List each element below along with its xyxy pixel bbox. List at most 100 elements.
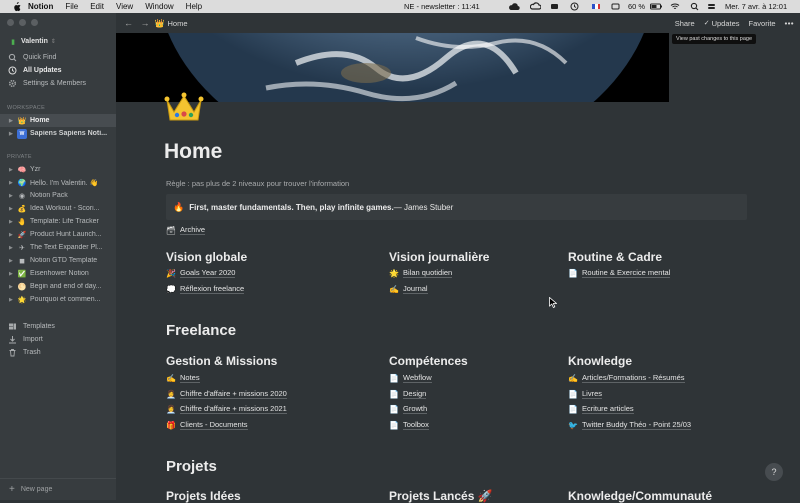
sidebar-item-pourquoi[interactable]: ▶ 🌟 Pourquoi et commen... bbox=[0, 293, 116, 306]
sidebar-item-begin-end-day[interactable]: ▶ 🌕 Begin and end of day... bbox=[0, 280, 116, 293]
search-icon[interactable] bbox=[690, 2, 699, 11]
minimize-window-button[interactable] bbox=[19, 19, 26, 26]
expand-arrow-icon[interactable]: ▶ bbox=[9, 297, 17, 303]
status-text[interactable]: NE - newsletter : 11:41 bbox=[404, 0, 480, 13]
keyboard-icon[interactable] bbox=[550, 2, 559, 11]
private-section-label: PRIVATE bbox=[7, 154, 32, 160]
share-button[interactable]: Share bbox=[675, 19, 695, 28]
archive-link[interactable]: 🗃 Archive bbox=[166, 225, 206, 235]
flag-icon[interactable] bbox=[591, 2, 601, 11]
sidebar-item-settings[interactable]: Settings & Members bbox=[0, 77, 116, 90]
expand-arrow-icon[interactable]: ▶ bbox=[9, 118, 17, 124]
rule-text: Règle : pas plus de 2 niveaux pour trouv… bbox=[166, 179, 350, 188]
expand-arrow-icon[interactable]: ▶ bbox=[9, 271, 17, 277]
link-bilan-quotidien[interactable]: 🌟 Bilan quotidien bbox=[389, 268, 453, 278]
link-ca-2020[interactable]: 👩‍💼 Chiffre d'affaire + missions 2020 bbox=[166, 389, 287, 399]
writing-hand-icon: ✍ bbox=[389, 284, 399, 294]
sidebar-item-gtd-template[interactable]: ▶ ◼ Notion GTD Template bbox=[0, 254, 116, 267]
expand-arrow-icon[interactable]: ▶ bbox=[9, 167, 17, 173]
menu-app-name[interactable]: Notion bbox=[22, 0, 59, 13]
help-button[interactable]: ? bbox=[765, 463, 783, 481]
heading-knowledge-communaute: Knowledge/Communauté bbox=[568, 489, 713, 503]
workspace-name: Valentin bbox=[21, 38, 48, 45]
sidebar-item-templates[interactable]: Templates bbox=[0, 320, 116, 333]
workspace-switcher[interactable]: ▮ Valentin ⇕ bbox=[0, 35, 116, 48]
menu-help[interactable]: Help bbox=[180, 0, 208, 13]
sidebar-item-quick-find[interactable]: Quick Find bbox=[0, 51, 116, 64]
sidebar-item-life-tracker[interactable]: ▶ 🤚 Template: Life Tracker bbox=[0, 215, 116, 228]
creative-cloud-icon[interactable] bbox=[530, 2, 541, 11]
apple-icon[interactable] bbox=[12, 1, 22, 12]
display-icon[interactable] bbox=[611, 2, 620, 11]
battery-icon[interactable] bbox=[650, 2, 663, 11]
sidebar-item-notion-pack[interactable]: ▶ ◉ Notion Pack bbox=[0, 189, 116, 202]
cloud-icon[interactable] bbox=[508, 2, 520, 11]
sidebar-item-all-updates[interactable]: All Updates bbox=[0, 64, 116, 77]
breadcrumb-home[interactable]: Home bbox=[167, 19, 187, 28]
expand-arrow-icon[interactable]: ▶ bbox=[9, 206, 17, 212]
menu-edit[interactable]: Edit bbox=[84, 0, 110, 13]
link-reflexion-freelance[interactable]: 💭 Réflexion freelance bbox=[166, 284, 245, 294]
link-ecriture-articles[interactable]: 📄 Ecriture articles bbox=[568, 404, 634, 414]
menu-window[interactable]: Window bbox=[139, 0, 179, 13]
control-center-icon[interactable] bbox=[707, 2, 716, 11]
menu-file[interactable]: File bbox=[59, 0, 84, 13]
sidebar-item-text-expander[interactable]: ▶ ✈ The Text Expander Pl... bbox=[0, 241, 116, 254]
expand-arrow-icon[interactable]: ▶ bbox=[9, 232, 17, 238]
expand-arrow-icon[interactable]: ▶ bbox=[9, 180, 17, 186]
sidebar-item-yzr[interactable]: ▶ 🧠 Yzr bbox=[0, 163, 116, 176]
crown-icon[interactable] bbox=[164, 90, 204, 124]
wifi-icon[interactable] bbox=[670, 2, 680, 11]
link-design[interactable]: 📄 Design bbox=[389, 389, 427, 399]
sidebar-item-import[interactable]: Import bbox=[0, 333, 116, 346]
link-goals-year-2020[interactable]: 🎉 Goals Year 2020 bbox=[166, 268, 236, 278]
sidebar-item-trash[interactable]: Trash bbox=[0, 346, 116, 359]
menu-view[interactable]: View bbox=[110, 0, 139, 13]
expand-arrow-icon[interactable]: ▶ bbox=[9, 245, 17, 251]
link-routine-exercice[interactable]: 📄 Routine & Exercice mental bbox=[568, 268, 671, 278]
link-livres[interactable]: 📄 Livres bbox=[568, 389, 603, 399]
sidebar-item-eisenhower[interactable]: ▶ ✅ Eisenhower Notion bbox=[0, 267, 116, 280]
expand-arrow-icon[interactable]: ▶ bbox=[9, 219, 17, 225]
link-articles-formations[interactable]: ✍ Articles/Formations - Résumés bbox=[568, 373, 685, 383]
history-icon[interactable] bbox=[570, 2, 579, 11]
link-clients-documents[interactable]: 🎁 Clients - Documents bbox=[166, 420, 248, 430]
sidebar-item-idea-workout[interactable]: ▶ 💰 Idea Workout - Scori... bbox=[0, 202, 116, 215]
sidebar-item-label: Template: Life Tracker bbox=[30, 218, 99, 225]
link-notes[interactable]: ✍ Notes bbox=[166, 373, 200, 383]
expand-arrow-icon[interactable]: ▶ bbox=[9, 258, 17, 264]
menu-datetime[interactable]: Mer. 7 avr. à 12:01 bbox=[725, 0, 787, 13]
heading-knowledge: Knowledge bbox=[568, 354, 633, 368]
link-ca-2021[interactable]: 👩‍💼 Chiffre d'affaire + missions 2021 bbox=[166, 404, 287, 414]
forward-arrow-icon[interactable]: → bbox=[141, 18, 150, 28]
link-journal[interactable]: ✍ Journal bbox=[389, 284, 428, 294]
page-topbar: ← → 👑 Home Share ✓ Updates Favorite ••• bbox=[116, 13, 800, 33]
favorite-button[interactable]: Favorite bbox=[749, 19, 776, 28]
sidebar-item-product-hunt[interactable]: ▶ 🚀 Product Hunt Launch... bbox=[0, 228, 116, 241]
breadcrumb[interactable]: 👑 Home bbox=[155, 19, 188, 28]
sidebar-item-label: Hello. I'm Valentin. 👋 bbox=[30, 179, 99, 187]
expand-arrow-icon[interactable]: ▶ bbox=[9, 193, 17, 199]
quote-callout: 🔥 First, master fundamentals. Then, play… bbox=[166, 194, 747, 220]
zoom-window-button[interactable] bbox=[31, 19, 38, 26]
link-toolbox[interactable]: 📄 Toolbox bbox=[389, 420, 429, 430]
check-box-icon: ✅ bbox=[17, 270, 27, 278]
back-arrow-icon[interactable]: ← bbox=[124, 18, 133, 28]
updates-button[interactable]: ✓ Updates bbox=[704, 19, 740, 28]
new-page-button[interactable]: + New page bbox=[0, 478, 116, 500]
expand-arrow-icon[interactable]: ▶ bbox=[9, 131, 17, 137]
page-title[interactable]: Home bbox=[164, 140, 222, 164]
link-growth[interactable]: 📄 Growth bbox=[389, 404, 428, 414]
link-webflow[interactable]: 📄 Webflow bbox=[389, 373, 432, 383]
sidebar-item-home[interactable]: ▶ 👑 Home bbox=[0, 114, 116, 127]
sidebar-item-label: Product Hunt Launch... bbox=[30, 231, 102, 238]
link-twitter-buddy[interactable]: 🐦 Twitter Buddy Théo - Point 25/03 bbox=[568, 420, 692, 430]
crown-icon: 👑 bbox=[154, 18, 165, 28]
expand-arrow-icon[interactable]: ▶ bbox=[9, 284, 17, 290]
sidebar-item-sapiens[interactable]: ▶ W Sapiens Sapiens Noti... bbox=[0, 127, 116, 140]
sidebar-item-hello[interactable]: ▶ 🌍 Hello. I'm Valentin. 👋 bbox=[0, 176, 116, 189]
link-label: Growth bbox=[403, 404, 428, 414]
close-window-button[interactable] bbox=[7, 19, 14, 26]
battery-percent[interactable]: 60 % bbox=[628, 0, 645, 13]
more-options-icon[interactable]: ••• bbox=[785, 19, 794, 28]
